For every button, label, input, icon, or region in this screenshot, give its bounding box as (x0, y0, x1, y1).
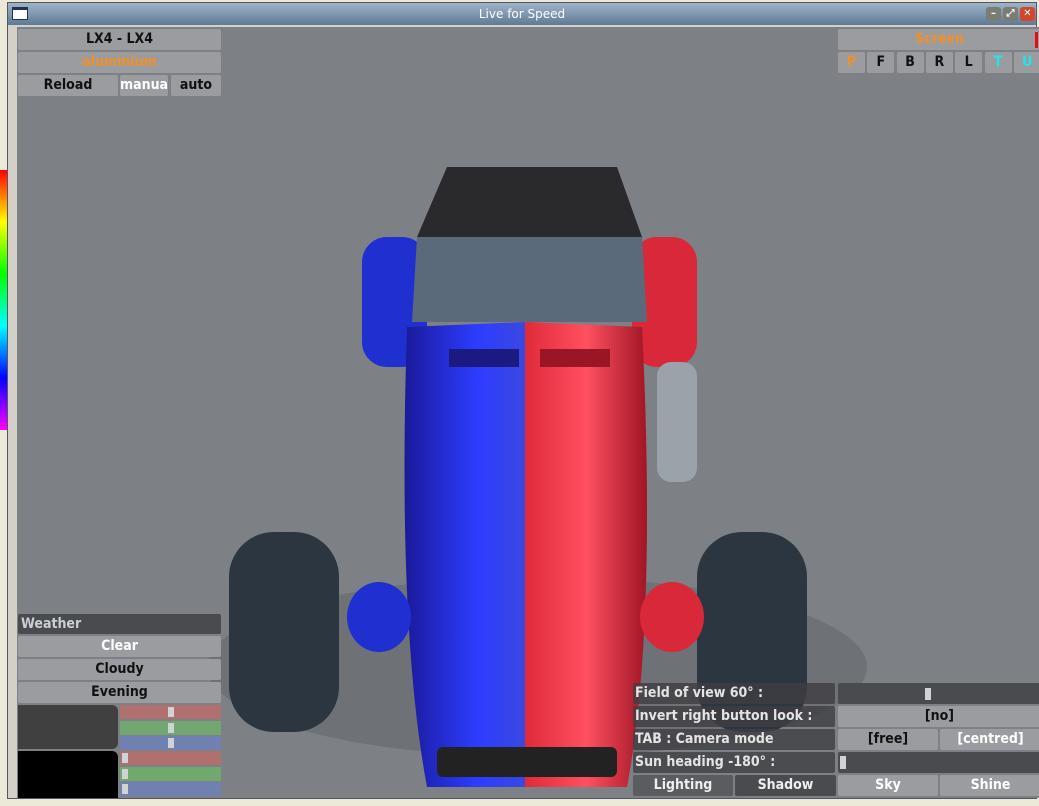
view-button-u[interactable]: U (1013, 52, 1039, 73)
app-icon (12, 7, 28, 20)
maximize-icon[interactable]: ⤢ (1003, 7, 1018, 21)
screen-title: Screen (838, 29, 1039, 50)
ambient-red-slider[interactable] (120, 705, 221, 719)
view-button-f[interactable]: F (867, 52, 895, 73)
invert-toggle[interactable]: [no] (838, 706, 1039, 727)
tab-lighting[interactable]: Lighting (633, 775, 733, 796)
fov-label: Field of view 60° : (633, 683, 835, 704)
weather-header: Weather (18, 614, 221, 634)
ambient-green-handle[interactable] (167, 722, 174, 733)
close-icon[interactable]: ✕ (1020, 7, 1035, 21)
sun-heading-label: Sun heading -180° : (633, 752, 835, 773)
view-button-p[interactable]: P (838, 52, 865, 73)
auto-button[interactable]: auto (171, 75, 221, 96)
sun-green-handle[interactable] (121, 768, 128, 779)
car-name: LX4 - LX4 (18, 29, 221, 50)
sun-color-swatch (18, 751, 118, 798)
view-button-l[interactable]: L (955, 52, 983, 73)
weather-cloudy[interactable]: Cloudy (18, 659, 221, 680)
ambient-green-slider[interactable] (120, 720, 221, 735)
sun-red-slider[interactable] (120, 751, 221, 765)
view-button-b[interactable]: B (896, 52, 924, 73)
sun-green-slider[interactable] (120, 766, 221, 781)
ambient-color-swatch (18, 705, 118, 749)
ambient-blue-slider[interactable] (120, 736, 221, 750)
sun-red-handle[interactable] (121, 753, 128, 763)
skin-name[interactable]: aluminium (18, 52, 221, 73)
sun-heading-handle[interactable] (840, 756, 846, 769)
window-title: Live for Speed (478, 7, 566, 21)
title-bar[interactable]: Live for Speed – ⤢ ✕ (8, 3, 1036, 25)
fov-slider[interactable] (838, 683, 1039, 704)
mode-centred-button[interactable]: [centred] (940, 729, 1039, 750)
sun-blue-handle[interactable] (121, 784, 128, 794)
reload-button[interactable]: Reload (18, 75, 118, 96)
sun-heading-slider[interactable] (838, 752, 1039, 773)
weather-evening[interactable]: Evening (18, 682, 221, 703)
weather-clear[interactable]: Clear (18, 636, 221, 657)
record-indicator (1035, 32, 1038, 48)
view-button-t[interactable]: T (984, 52, 1012, 73)
ambient-blue-handle[interactable] (167, 738, 174, 748)
camera-mode-label: TAB : Camera mode (633, 729, 835, 750)
minimize-icon[interactable]: – (986, 7, 1001, 21)
mode-free-button[interactable]: [free] (838, 729, 938, 750)
ambient-red-handle[interactable] (167, 707, 174, 717)
manual-button[interactable]: manual (120, 75, 168, 96)
invert-label: Invert right button look : (633, 706, 835, 727)
lfs-window: Live for Speed – ⤢ ✕ LX4 - LX4 aluminium… (7, 2, 1039, 799)
tab-sky[interactable]: Sky (838, 775, 938, 796)
3d-viewport[interactable]: LX4 - LX4 aluminium Reload manual auto S… (17, 27, 1039, 798)
tab-shine[interactable]: Shine (940, 775, 1039, 796)
fov-slider-handle[interactable] (924, 688, 931, 700)
sun-blue-slider[interactable] (120, 782, 221, 796)
tab-shadow[interactable]: Shadow (735, 775, 836, 796)
view-button-r[interactable]: R (925, 52, 953, 73)
